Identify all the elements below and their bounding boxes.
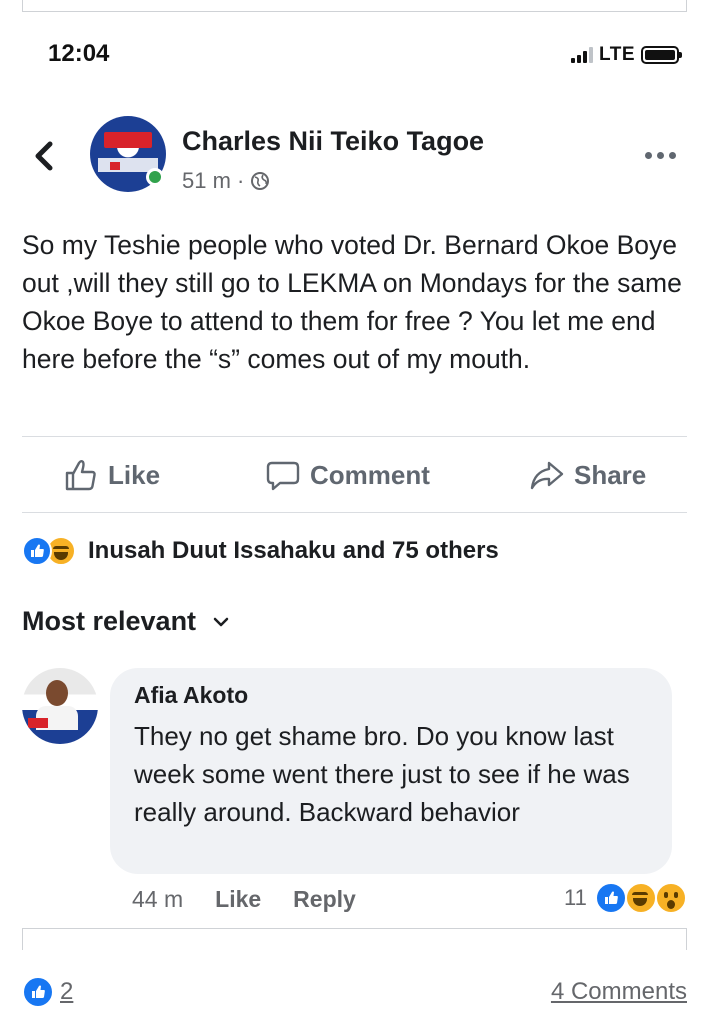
more-dot-icon — [645, 151, 652, 159]
share-button[interactable]: Share — [530, 458, 646, 492]
like-label: Like — [108, 459, 161, 490]
signal-icon — [571, 47, 594, 63]
share-arrow-icon — [530, 461, 564, 490]
bottom-like-summary[interactable]: 2 — [22, 976, 73, 1008]
divider — [22, 436, 687, 437]
like-reaction-icon — [22, 976, 54, 1008]
comment-sort-dropdown[interactable]: Most relevant — [22, 606, 230, 637]
bottom-frame-edge — [22, 928, 687, 950]
commenter-name[interactable]: Afia Akoto — [134, 682, 648, 709]
comments-count-link[interactable]: 4 Comments — [551, 978, 687, 1006]
status-bar: 12:04 LTE — [0, 36, 709, 76]
reaction-icons — [22, 536, 76, 566]
commenter-avatar[interactable] — [22, 668, 98, 744]
comment-text: They no get shame bro. Do you know last … — [134, 721, 630, 827]
battery-icon — [641, 46, 682, 64]
top-frame-edge — [22, 0, 687, 12]
chevron-down-icon — [213, 617, 229, 626]
wow-reaction-icon — [654, 882, 687, 914]
haha-reaction-icon — [624, 882, 657, 914]
more-dot-icon — [657, 151, 664, 159]
thumbs-up-icon — [65, 460, 96, 491]
comment-like-button[interactable]: Like — [215, 886, 261, 913]
globe-icon — [251, 172, 270, 190]
comment-label: Comment — [310, 459, 430, 490]
bottom-like-count: 2 — [60, 978, 74, 1005]
share-label: Share — [574, 459, 647, 490]
post-time[interactable]: 51 m · — [182, 168, 244, 194]
status-indicators: LTE — [571, 44, 682, 66]
chevron-left-icon — [35, 141, 53, 171]
post-action-bar: Like Comment Share — [22, 446, 687, 506]
post-meta: 51 m · — [182, 168, 270, 194]
post-header: Charles Nii Teiko Tagoe 51 m · — [0, 112, 709, 202]
status-time: 12:04 — [48, 40, 110, 67]
online-status-dot — [146, 168, 164, 186]
comment-reaction-count: 11 — [564, 885, 587, 910]
comment-bubble: Afia Akoto They no get shame bro. Do you… — [110, 668, 672, 874]
more-options-button[interactable] — [645, 148, 681, 162]
network-type: LTE — [599, 44, 635, 65]
speech-bubble-icon — [266, 461, 300, 491]
comment-footer: 44 m Like Reply — [132, 886, 356, 913]
author-avatar[interactable] — [90, 116, 166, 192]
author-name[interactable]: Charles Nii Teiko Tagoe — [182, 126, 484, 157]
like-button[interactable]: Like — [64, 458, 160, 492]
more-dot-icon — [669, 151, 676, 159]
reactions-summary[interactable]: Inusah Duut Issahaku and 75 others — [22, 536, 499, 566]
like-reaction-icon — [594, 882, 627, 914]
bottom-summary-bar: 2 4 Comments — [22, 974, 687, 1014]
comment-time: 44 m — [132, 886, 184, 912]
sort-label: Most relevant — [22, 606, 197, 636]
reactions-text: Inusah Duut Issahaku and 75 others — [88, 537, 499, 564]
divider — [22, 512, 687, 513]
like-reaction-icon — [22, 536, 52, 566]
back-button[interactable] — [28, 138, 60, 174]
comment-reply-button[interactable]: Reply — [293, 886, 356, 913]
post-text: So my Teshie people who voted Dr. Bernar… — [22, 230, 682, 374]
comment-button[interactable]: Comment — [266, 458, 430, 492]
comment-reactions[interactable]: 11 — [564, 882, 687, 914]
